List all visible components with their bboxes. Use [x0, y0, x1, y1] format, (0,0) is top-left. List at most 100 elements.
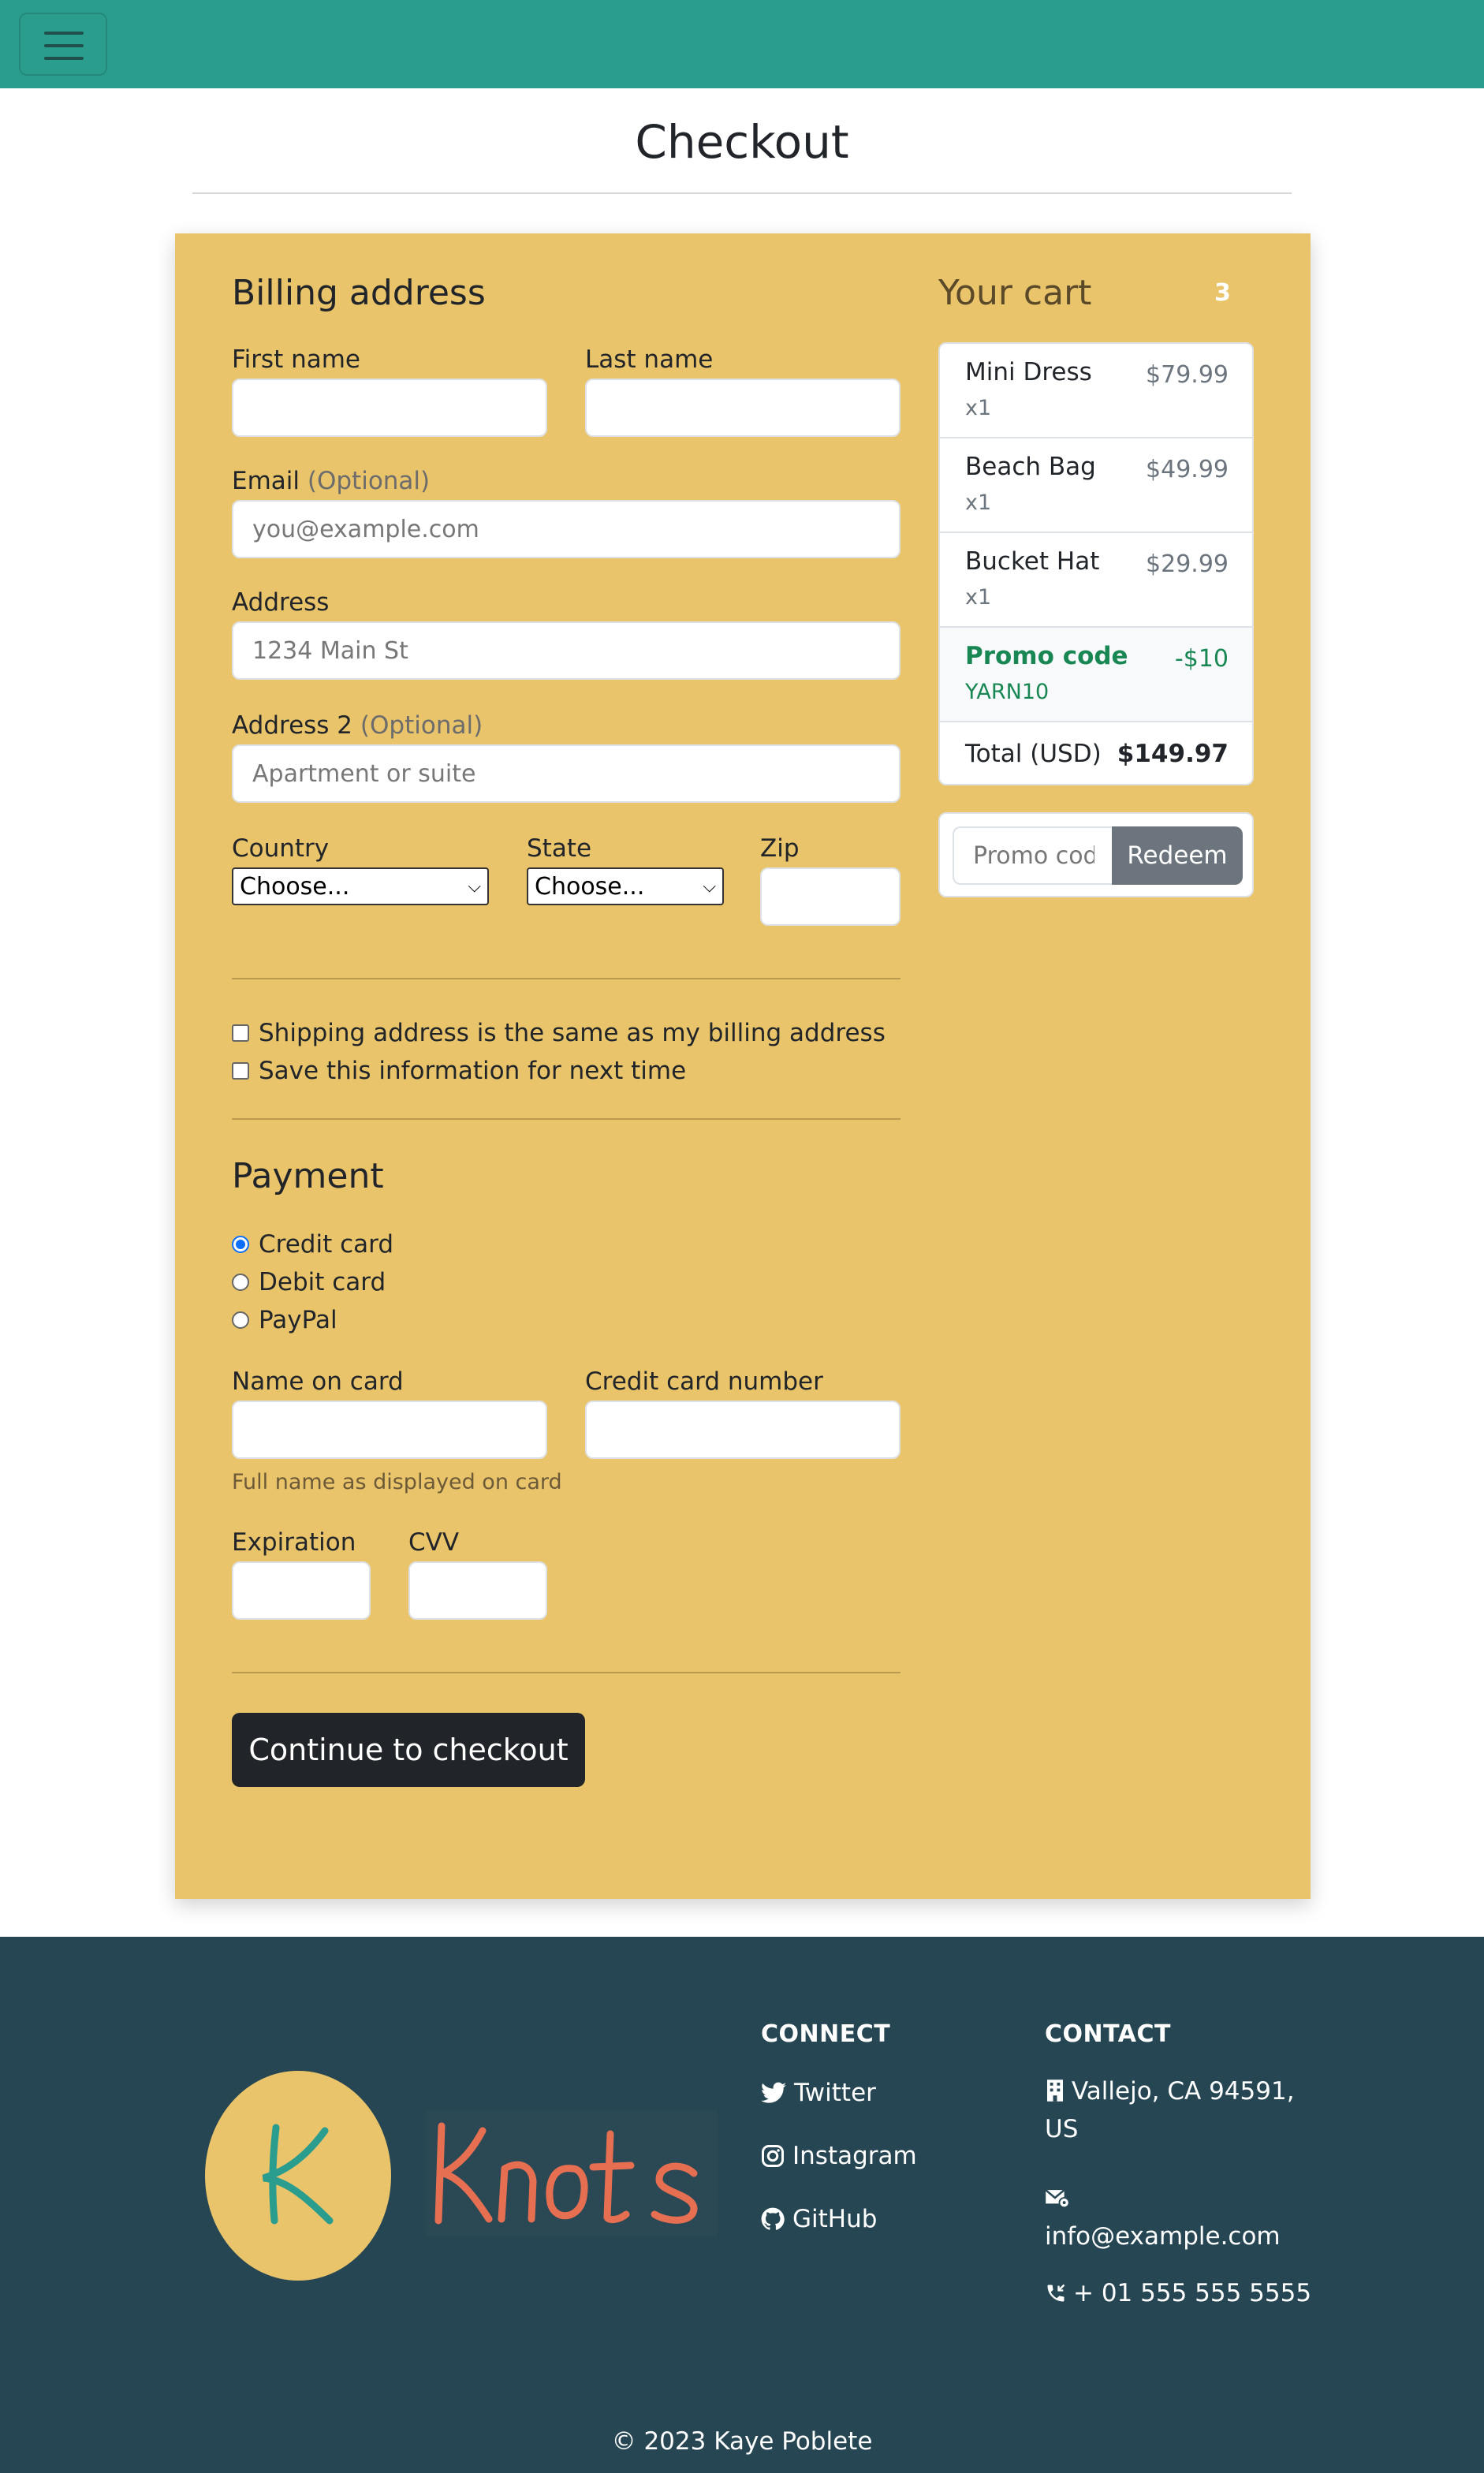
- expiration-field[interactable]: [232, 1561, 371, 1620]
- cart-item: Bucket Hat x1 $29.99: [940, 533, 1252, 628]
- payment-method-debit[interactable]: Debit card: [232, 1268, 386, 1296]
- country-select[interactable]: Choose... ⌵: [232, 867, 489, 905]
- save-info-checkbox[interactable]: [232, 1062, 249, 1080]
- payment-method-label: PayPal: [259, 1306, 337, 1334]
- optional-text: (Optional): [307, 467, 431, 495]
- payment-method-paypal[interactable]: PayPal: [232, 1306, 337, 1334]
- instagram-icon: [762, 2145, 784, 2167]
- logo-knots-mark: [434, 2122, 698, 2225]
- card-number-field[interactable]: [585, 1401, 900, 1459]
- cart-item-price: $49.99: [1146, 456, 1229, 483]
- github-label: GitHub: [792, 2205, 878, 2233]
- cart-item-name: Beach Bag: [965, 453, 1096, 481]
- card-number-label: Credit card number: [585, 1367, 823, 1396]
- email-address: info@example.com: [1045, 2222, 1281, 2251]
- footer: CONNECT Twitter Instagram GitHub CONTACT…: [0, 1937, 1484, 2473]
- twitter-link[interactable]: Twitter: [761, 2079, 876, 2107]
- save-info-checkbox-row[interactable]: Save this information for next time: [232, 1057, 686, 1085]
- same-address-checkbox[interactable]: [232, 1024, 249, 1042]
- navbar: [0, 0, 1484, 88]
- country-label: Country: [232, 834, 330, 863]
- address-line1: Vallejo, CA 94591,: [1072, 2077, 1295, 2106]
- cart-item-qty: x1: [965, 585, 992, 610]
- first-name-label: First name: [232, 345, 361, 374]
- section-divider: [232, 1118, 900, 1120]
- email-field[interactable]: [232, 500, 900, 558]
- contact-phone: + 01 555 555 5555: [1045, 2274, 1311, 2312]
- name-on-card-label: Name on card: [232, 1367, 404, 1396]
- cart-list: Mini Dress x1 $79.99 Beach Bag x1 $49.99…: [938, 342, 1254, 785]
- same-address-checkbox-row[interactable]: Shipping address is the same as my billi…: [232, 1019, 886, 1047]
- cvv-field[interactable]: [408, 1561, 547, 1620]
- expiration-label: Expiration: [232, 1528, 356, 1557]
- total-label: Total (USD): [965, 740, 1102, 768]
- twitter-icon: [761, 2082, 786, 2103]
- github-icon: [761, 2207, 785, 2230]
- cvv-label: CVV: [408, 1528, 460, 1557]
- debit-card-radio[interactable]: [232, 1274, 249, 1291]
- billing-heading: Billing address: [232, 273, 486, 313]
- chevron-down-icon: ⌵: [703, 876, 716, 897]
- promo-code: YARN10: [965, 680, 1050, 704]
- promo-name: Promo code: [965, 642, 1128, 670]
- name-on-card-field[interactable]: [232, 1401, 547, 1459]
- address2-label: Address 2 (Optional): [232, 711, 483, 740]
- logo-k-badge: [205, 2071, 391, 2281]
- address-label: Address: [232, 588, 330, 617]
- cart-item-name: Bucket Hat: [965, 547, 1100, 576]
- payment-heading: Payment: [232, 1156, 384, 1196]
- connect-heading: CONNECT: [761, 2020, 891, 2048]
- payment-method-credit[interactable]: Credit card: [232, 1230, 393, 1259]
- github-link[interactable]: GitHub: [761, 2205, 877, 2233]
- cart-count-badge: 3: [1214, 279, 1231, 307]
- email-label: Email (Optional): [232, 467, 430, 495]
- promo-code-input[interactable]: [953, 826, 1113, 885]
- cart-promo-row: Promo code YARN10 -$10: [940, 628, 1252, 722]
- envelope-at-icon: [1045, 2189, 1070, 2209]
- country-select-value: Choose...: [240, 872, 350, 901]
- last-name-label: Last name: [585, 345, 714, 374]
- menu-toggle-button[interactable]: [19, 13, 107, 76]
- cart-item-qty: x1: [965, 490, 992, 515]
- email-label-text: Email: [232, 467, 300, 495]
- state-select-value: Choose...: [535, 872, 645, 901]
- last-name-field[interactable]: [585, 379, 900, 437]
- continue-to-checkout-button[interactable]: Continue to checkout: [232, 1713, 585, 1787]
- cart-title: Your cart: [938, 273, 1092, 313]
- credit-card-radio[interactable]: [232, 1236, 249, 1253]
- chevron-down-icon: ⌵: [468, 876, 481, 897]
- promo-amount: -$10: [1174, 645, 1229, 673]
- checkout-card: Billing address First name Last name Ema…: [175, 233, 1311, 1899]
- zip-label: Zip: [760, 834, 800, 863]
- cart-item-price: $29.99: [1146, 550, 1229, 578]
- cart-item-price: $79.99: [1146, 361, 1229, 389]
- address-field[interactable]: [232, 621, 900, 680]
- phone-number: + 01 555 555 5555: [1073, 2279, 1312, 2307]
- logo-k-mark: [262, 2124, 334, 2225]
- name-on-card-help: Full name as displayed on card: [232, 1470, 562, 1494]
- first-name-field[interactable]: [232, 379, 547, 437]
- state-label: State: [527, 834, 592, 863]
- copyright: © 2023 Kaye Poblete: [611, 2427, 873, 2456]
- contact-email: info@example.com: [1045, 2180, 1281, 2255]
- zip-field[interactable]: [760, 867, 900, 926]
- instagram-link[interactable]: Instagram: [761, 2142, 917, 2170]
- cart-item: Beach Bag x1 $49.99: [940, 438, 1252, 533]
- total-value: $149.97: [1117, 740, 1229, 768]
- address2-field[interactable]: [232, 744, 900, 803]
- cart-total-row: Total (USD) $149.97: [940, 722, 1252, 784]
- same-address-label: Shipping address is the same as my billi…: [259, 1019, 886, 1047]
- paypal-radio[interactable]: [232, 1311, 249, 1329]
- redeem-button[interactable]: Redeem: [1112, 826, 1243, 885]
- address-line2: US: [1045, 2115, 1079, 2143]
- cart-item-name: Mini Dress: [965, 358, 1092, 386]
- building-icon: [1047, 2079, 1063, 2102]
- logo-wordmark: [426, 2110, 718, 2236]
- contact-heading: CONTACT: [1045, 2020, 1171, 2048]
- state-select[interactable]: Choose... ⌵: [527, 867, 724, 905]
- payment-method-label: Debit card: [259, 1268, 386, 1296]
- save-info-label: Save this information for next time: [259, 1057, 687, 1085]
- optional-text: (Optional): [360, 711, 483, 740]
- section-divider: [232, 978, 900, 979]
- contact-address: Vallejo, CA 94591, US: [1045, 2072, 1295, 2148]
